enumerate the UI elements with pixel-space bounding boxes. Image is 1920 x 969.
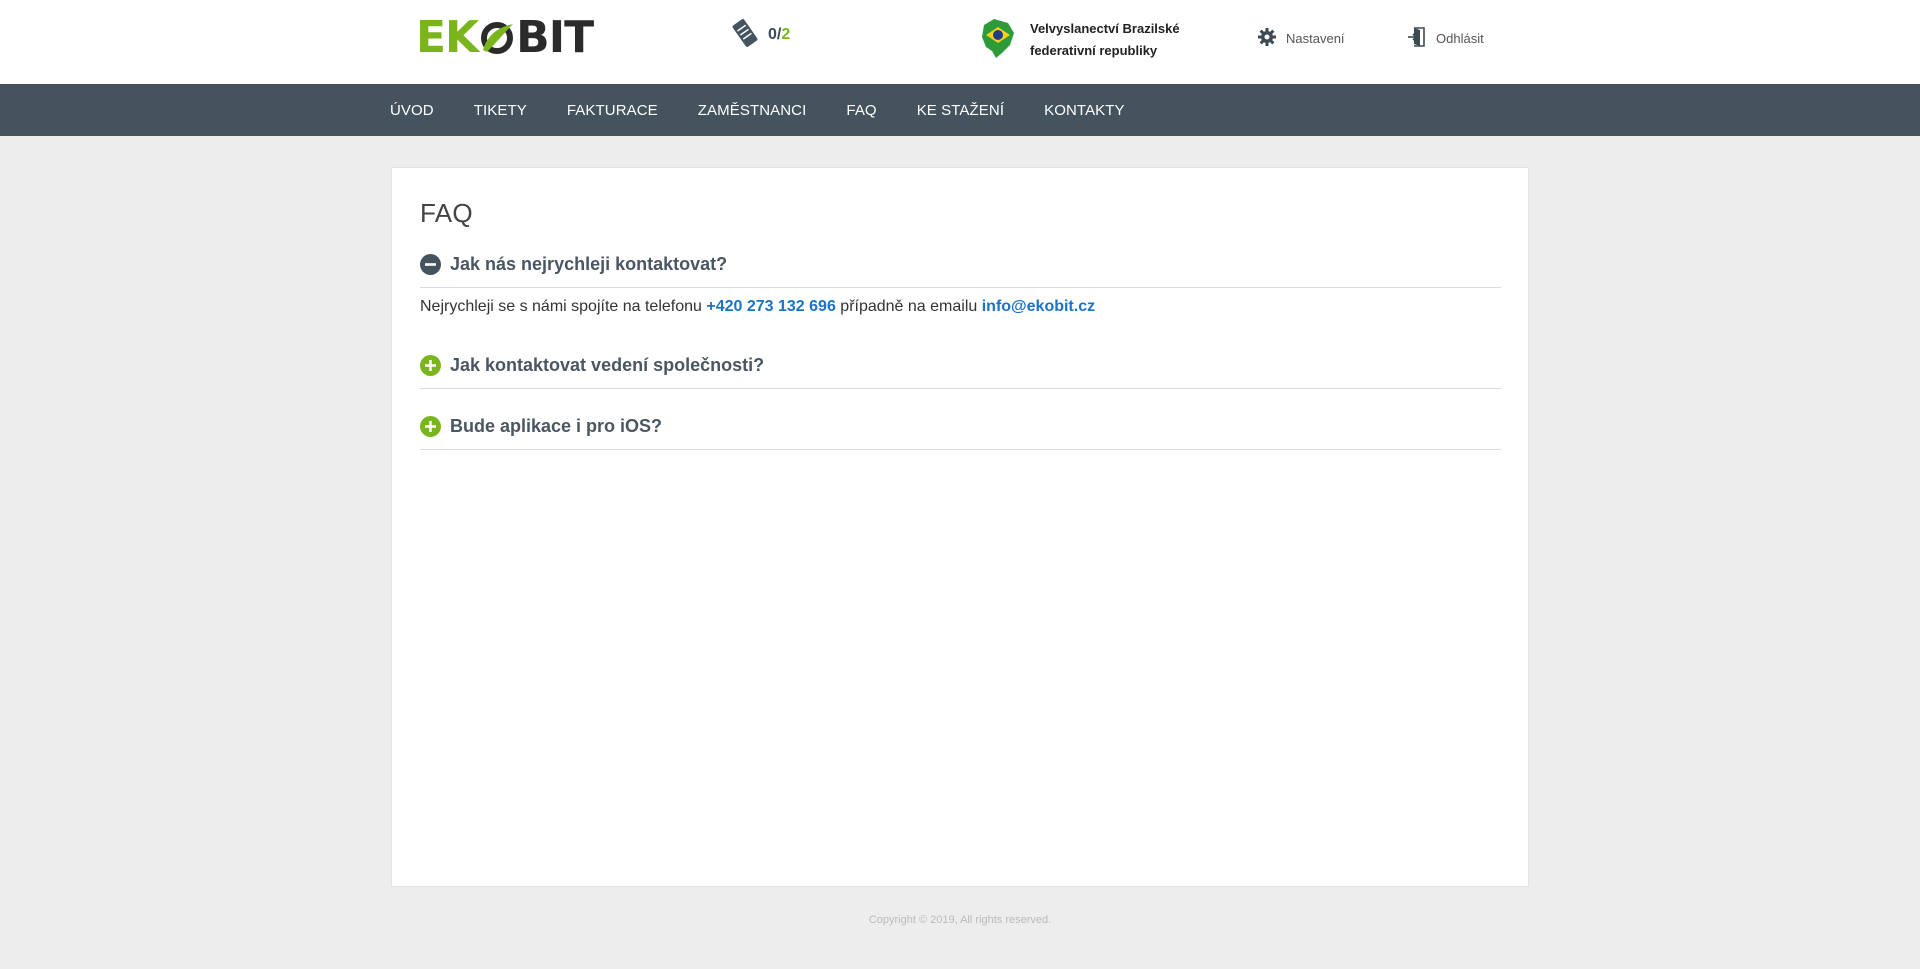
ekobit-logo[interactable]: EK BIT [416, 12, 594, 63]
nav-item-fakturace[interactable]: Fakturace [567, 102, 658, 119]
organization-name-line1: Velvyslanectví Brazilské [1030, 21, 1180, 36]
footer-copyright: Copyright © 2019, All rights reserved. [868, 914, 1052, 926]
main-navigation: Úvod Tikety Fakturace Zaměstnanci FAQ Ke… [0, 84, 1920, 136]
nav-item-zamestnanci[interactable]: Zaměstnanci [698, 102, 807, 119]
faq-answer-text: případně na emailu [835, 298, 982, 315]
faq-card: FAQ Jak nás nejrychleji kontaktovat? Nej… [391, 167, 1529, 887]
faq-question-text: Jak kontaktovat vedení společnosti? [450, 355, 765, 375]
logout-link[interactable]: Odhlásit [1408, 26, 1484, 50]
settings-link[interactable]: Nastavení [1258, 26, 1345, 50]
faq-answer-text: Nejrychleji se s námi spojíte na telefon… [420, 298, 707, 315]
faq-item-1: Jak nás nejrychleji kontaktovat? Nejrych… [420, 250, 1501, 316]
faq-item-2: Jak kontaktovat vedení společnosti? [420, 351, 1501, 389]
nav-item-faq[interactable]: FAQ [846, 102, 876, 119]
faq-question-toggle[interactable]: Jak nás nejrychleji kontaktovat? [420, 250, 1501, 288]
organization-name: Velvyslanectví Brazilské federativní rep… [1030, 18, 1180, 62]
faq-question-toggle[interactable]: Bude aplikace i pro iOS? [420, 412, 1501, 450]
expand-plus-icon [420, 355, 441, 376]
faq-answer: Nejrychleji se s námi spojíte na telefon… [420, 298, 1501, 316]
faq-question-text: Jak nás nejrychleji kontaktovat? [450, 254, 728, 274]
organization-name-line2: federativní republiky [1030, 43, 1158, 58]
faq-question-text: Bude aplikace i pro iOS? [450, 416, 663, 436]
ticket-count: 0/2 [768, 26, 791, 43]
nav-item-kontakty[interactable]: Kontakty [1044, 102, 1125, 119]
logout-label: Odhlásit [1436, 30, 1484, 46]
faq-item-3: Bude aplikace i pro iOS? [420, 412, 1501, 450]
phone-link[interactable]: +420 273 132 696 [706, 298, 835, 315]
faq-question-toggle[interactable]: Jak kontaktovat vedení společnosti? [420, 351, 1501, 389]
logo-text-left: EK [416, 12, 479, 63]
top-header: EK BIT 0/2 Velvyslanectví Brazilské fede… [0, 0, 1920, 84]
nav-item-tikety[interactable]: Tikety [474, 102, 527, 119]
logout-door-icon [1408, 26, 1426, 50]
nav-item-uvod[interactable]: Úvod [390, 102, 434, 119]
ticket-counter[interactable]: 0/2 [730, 18, 790, 52]
settings-label: Nastavení [1286, 30, 1345, 46]
logo-text-right: BIT [516, 12, 594, 63]
logo-leaf-icon [479, 20, 515, 56]
collapse-minus-icon [420, 254, 441, 275]
nav-item-ke-stazeni[interactable]: Ke stažení [917, 102, 1004, 119]
page-title: FAQ [420, 198, 473, 228]
gear-icon [1258, 27, 1276, 49]
ticket-icon [730, 17, 760, 54]
email-link[interactable]: info@ekobit.cz [982, 298, 1095, 315]
organization-info: Velvyslanectví Brazilské federativní rep… [978, 18, 1180, 62]
brazil-map-flag-icon [978, 17, 1016, 64]
expand-plus-icon [420, 416, 441, 437]
